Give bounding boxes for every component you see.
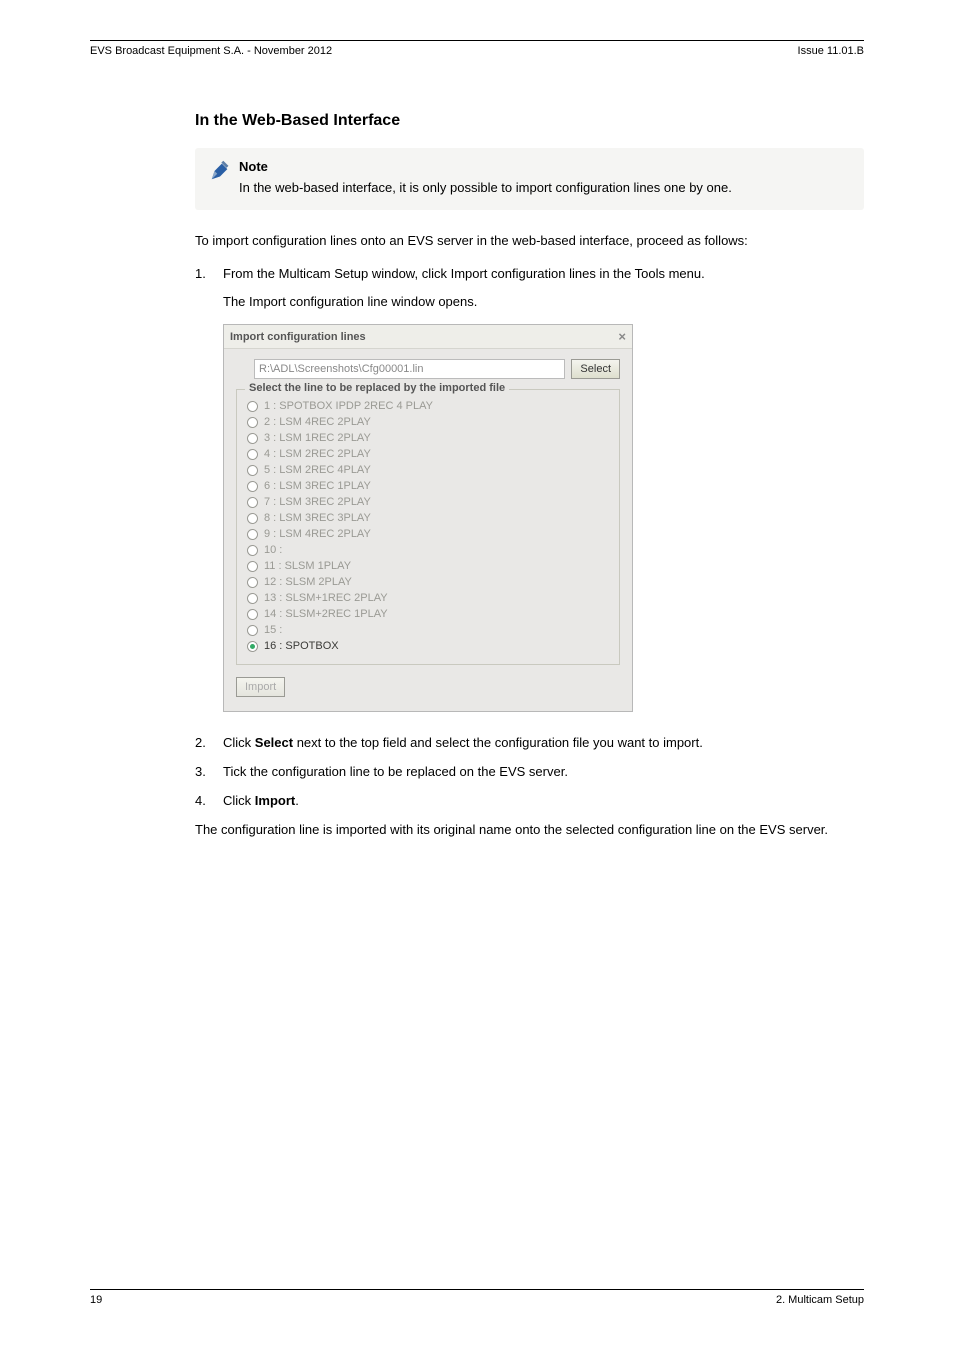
config-line-option[interactable]: 11 : SLSM 1PLAY: [247, 558, 609, 574]
config-line-label: 11 : SLSM 1PLAY: [264, 560, 351, 572]
radio-icon: [247, 433, 258, 444]
radio-icon: [247, 513, 258, 524]
pencil-icon: [209, 160, 231, 182]
radio-icon: [247, 417, 258, 428]
config-line-option[interactable]: 12 : SLSM 2PLAY: [247, 574, 609, 590]
radio-icon: [247, 561, 258, 572]
radio-icon: [247, 609, 258, 620]
intro-text: To import configuration lines onto an EV…: [195, 232, 864, 251]
config-line-option[interactable]: 13 : SLSM+1REC 2PLAY: [247, 590, 609, 606]
page-header: EVS Broadcast Equipment S.A. - November …: [90, 45, 864, 57]
config-line-option[interactable]: 6 : LSM 3REC 1PLAY: [247, 478, 609, 494]
note-title: Note: [239, 158, 732, 177]
config-line-option[interactable]: 10 :: [247, 542, 609, 558]
step-text: Click Select next to the top field and s…: [223, 734, 703, 753]
path-input[interactable]: [254, 359, 565, 379]
step-2: 2. Click Select next to the top field an…: [195, 734, 864, 753]
step-text: From the Multicam Setup window, click Im…: [223, 265, 705, 284]
config-line-label: 9 : LSM 4REC 2PLAY: [264, 528, 371, 540]
config-line-label: 7 : LSM 3REC 2PLAY: [264, 496, 371, 508]
radio-icon: [247, 401, 258, 412]
radio-icon: [247, 545, 258, 556]
config-line-label: 14 : SLSM+2REC 1PLAY: [264, 608, 388, 620]
config-line-label: 15 :: [264, 624, 282, 636]
close-icon[interactable]: ×: [618, 329, 626, 344]
step-number: 2.: [195, 734, 213, 753]
note-box: Note In the web-based interface, it is o…: [195, 148, 864, 210]
config-line-option[interactable]: 3 : LSM 1REC 2PLAY: [247, 430, 609, 446]
config-line-option[interactable]: 16 : SPOTBOX: [247, 638, 609, 654]
radio-icon: [247, 449, 258, 460]
step-number: 4.: [195, 792, 213, 811]
line-fieldset: Select the line to be replaced by the im…: [236, 389, 620, 665]
closing-text: The configuration line is imported with …: [195, 821, 864, 840]
radio-icon: [247, 577, 258, 588]
page-footer: 19 2. Multicam Setup: [90, 1289, 864, 1306]
import-config-dialog: Import configuration lines × Select Sele…: [223, 324, 633, 712]
fieldset-legend: Select the line to be replaced by the im…: [245, 382, 509, 394]
radio-icon: [247, 529, 258, 540]
step-text: Click Import.: [223, 792, 299, 811]
import-button[interactable]: Import: [236, 677, 285, 697]
step-3: 3. Tick the configuration line to be rep…: [195, 763, 864, 782]
config-line-label: 1 : SPOTBOX IPDP 2REC 4 PLAY: [264, 400, 433, 412]
radio-icon: [247, 497, 258, 508]
config-line-label: 10 :: [264, 544, 282, 556]
footer-section: 2. Multicam Setup: [776, 1294, 864, 1306]
footer-page-number: 19: [90, 1294, 102, 1306]
config-line-label: 8 : LSM 3REC 3PLAY: [264, 512, 371, 524]
config-line-label: 13 : SLSM+1REC 2PLAY: [264, 592, 388, 604]
config-line-option[interactable]: 8 : LSM 3REC 3PLAY: [247, 510, 609, 526]
config-line-label: 12 : SLSM 2PLAY: [264, 576, 352, 588]
dialog-title: Import configuration lines: [230, 331, 366, 343]
config-line-label: 3 : LSM 1REC 2PLAY: [264, 432, 371, 444]
radio-icon: [247, 481, 258, 492]
radio-icon: [247, 625, 258, 636]
config-line-label: 2 : LSM 4REC 2PLAY: [264, 416, 371, 428]
config-line-option[interactable]: 2 : LSM 4REC 2PLAY: [247, 414, 609, 430]
step-4: 4. Click Import.: [195, 792, 864, 811]
header-left: EVS Broadcast Equipment S.A. - November …: [90, 45, 332, 57]
select-button[interactable]: Select: [571, 359, 620, 379]
config-line-label: 6 : LSM 3REC 1PLAY: [264, 480, 371, 492]
config-line-option[interactable]: 1 : SPOTBOX IPDP 2REC 4 PLAY: [247, 398, 609, 414]
section-heading: In the Web-Based Interface: [195, 112, 864, 130]
config-line-option[interactable]: 5 : LSM 2REC 4PLAY: [247, 462, 609, 478]
config-line-option[interactable]: 9 : LSM 4REC 2PLAY: [247, 526, 609, 542]
config-line-option[interactable]: 14 : SLSM+2REC 1PLAY: [247, 606, 609, 622]
radio-icon: [247, 593, 258, 604]
step-1: 1. From the Multicam Setup window, click…: [195, 265, 864, 284]
config-line-option[interactable]: 4 : LSM 2REC 2PLAY: [247, 446, 609, 462]
config-line-label: 5 : LSM 2REC 4PLAY: [264, 464, 371, 476]
step-number: 1.: [195, 265, 213, 284]
header-right: Issue 11.01.B: [798, 45, 864, 57]
config-line-option[interactable]: 7 : LSM 3REC 2PLAY: [247, 494, 609, 510]
radio-icon: [247, 465, 258, 476]
config-line-option[interactable]: 15 :: [247, 622, 609, 638]
config-line-label: 16 : SPOTBOX: [264, 640, 339, 652]
config-line-label: 4 : LSM 2REC 2PLAY: [264, 448, 371, 460]
step-number: 3.: [195, 763, 213, 782]
step-text: Tick the configuration line to be replac…: [223, 763, 568, 782]
radio-icon: [247, 641, 258, 652]
step-1-sub: The Import configuration line window ope…: [223, 293, 864, 312]
note-text: In the web-based interface, it is only p…: [239, 180, 732, 195]
